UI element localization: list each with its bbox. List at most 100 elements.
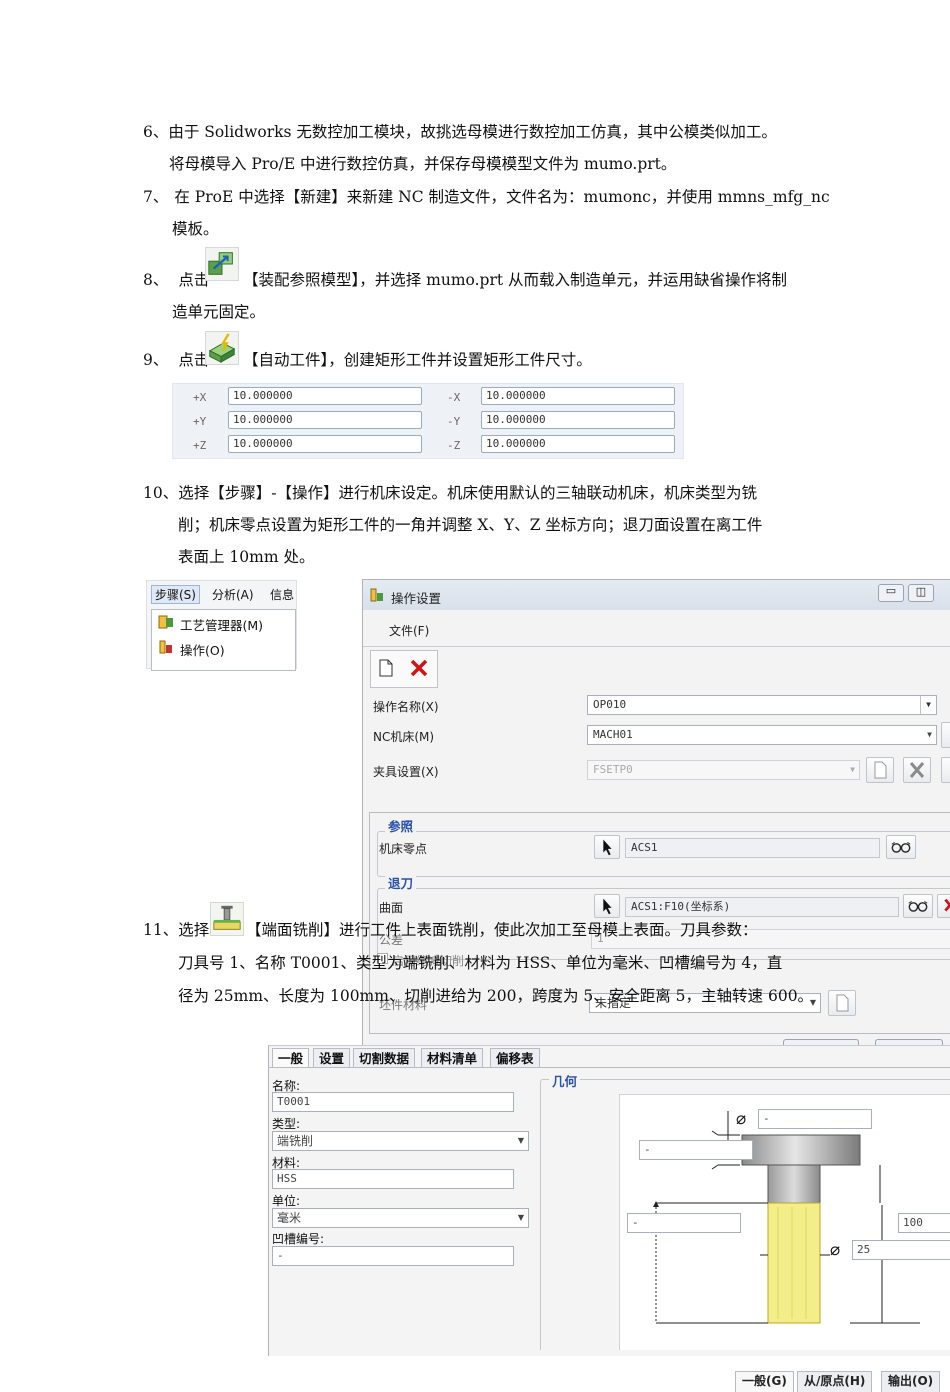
fixture-new-button[interactable]	[866, 757, 894, 783]
tool-tab-offset[interactable]: 偏移表	[490, 1048, 540, 1068]
geometry-length-field[interactable]: 100	[898, 1213, 950, 1233]
paragraph-9: 9、 点击	[143, 344, 209, 376]
steps-menu-screenshot: 步骤(S) 分析(A) 信息 工艺管理器(M) 操作(O)	[146, 580, 297, 671]
plus-z-label: +Z	[193, 439, 207, 452]
tool-unit-select[interactable]: 毫米 ▼	[272, 1208, 529, 1228]
stock-material-new-button[interactable]	[828, 990, 856, 1016]
chevron-down-icon: ▼	[517, 1136, 524, 1145]
tool-tab-cut-data[interactable]: 切割数据	[353, 1048, 416, 1068]
geometry-diameter-field[interactable]: 25	[852, 1240, 950, 1260]
new-document-icon[interactable]	[378, 659, 394, 677]
paragraph-10: 10、选择【步骤】-【操作】进行机床设定。机床使用默认的三轴联动机床，机床类型为…	[143, 477, 757, 509]
glasses-icon[interactable]	[903, 894, 933, 918]
tool-material-field[interactable]: HSS	[272, 1169, 514, 1189]
paragraph-8-line2: 造单元固定。	[172, 303, 266, 321]
step-number: 8、	[143, 271, 169, 289]
nc-machine-label: NC机床(M)	[373, 730, 435, 744]
face-milling-icon	[210, 902, 244, 936]
step-number: 9、	[143, 351, 169, 369]
plus-x-label: +X	[193, 391, 207, 404]
nc-machine-value: MACH01	[593, 728, 633, 741]
plus-x-input[interactable]: 10.000000	[228, 387, 422, 405]
fixture-delete-button[interactable]	[903, 757, 931, 783]
paragraph-8: 8、 点击	[143, 264, 209, 296]
machine-edit-button[interactable]	[941, 722, 950, 748]
geometry-top-diameter[interactable]: -	[758, 1109, 872, 1129]
paragraph-9-text: 【自动工件】，创建矩形工件并设置矩形工件尺寸。	[243, 351, 592, 369]
tab-divider	[268, 1067, 950, 1068]
paragraph-text: 由于 Solidworks 无数控加工模块，故挑选母模进行数控加工仿真，其中公模…	[168, 123, 777, 141]
menu-info[interactable]: 信息	[270, 586, 294, 603]
geometry-flange-height[interactable]: -	[639, 1140, 753, 1160]
nc-machine-select[interactable]: MACH01 ▼	[587, 725, 937, 745]
retract-group-title: 退刀	[385, 873, 417, 892]
operation-icon	[158, 640, 174, 654]
menu-analysis[interactable]: 分析(A)	[212, 586, 254, 603]
paragraph-6-line2: 将母模导入 Pro/E 中进行数控仿真，并保存母模模型文件为 mumo.prt。	[169, 155, 677, 173]
minus-x-label: -X	[447, 391, 461, 404]
step-number: 7、	[143, 188, 169, 206]
tool-unit-label: 单位:	[272, 1194, 301, 1208]
tab-general[interactable]: 一般(G)	[735, 1371, 794, 1392]
machine-zero-field[interactable]: ACS1	[625, 838, 880, 858]
menu-item-process-manager[interactable]: 工艺管理器(M)	[180, 615, 263, 634]
tab-output[interactable]: 输出(O)	[881, 1371, 941, 1392]
diameter-symbol-icon: ⌀	[736, 1109, 747, 1129]
fixture-select[interactable]: FSETP0 ▼	[587, 760, 860, 780]
tool-unit-value: 毫米	[277, 1211, 302, 1225]
paragraph-11-line2: 刀具号 1、名称 T0001、类型为端铣削、材料为 HSS、单位为毫米、凹槽编号…	[178, 954, 783, 972]
minus-z-input[interactable]: 10.000000	[481, 435, 675, 453]
tool-groove-field[interactable]: -	[272, 1246, 514, 1266]
minus-z-label: -Z	[447, 439, 461, 452]
geometry-group-title: 几何	[549, 1071, 581, 1090]
fixture-label: 夹具设置(X)	[373, 765, 439, 779]
minus-x-input[interactable]: 10.000000	[481, 387, 675, 405]
minus-y-input[interactable]: 10.000000	[481, 411, 675, 429]
machine-zero-select-button[interactable]	[594, 835, 620, 859]
maximize-button[interactable]: ◫	[908, 584, 934, 602]
file-menu[interactable]: 文件(F)	[389, 622, 429, 639]
paragraph-11: 11、选择	[143, 914, 209, 946]
diameter-symbol-icon: ⌀	[830, 1240, 841, 1260]
menu-steps[interactable]: 步骤(S)	[151, 585, 200, 604]
paragraph-text: 选择【步骤】-【操作】进行机床设定。机床使用默认的三轴联动机床，机床类型为铣	[178, 484, 757, 502]
tool-tab-bom[interactable]: 材料清单	[421, 1048, 484, 1068]
op-name-value: OP010	[593, 698, 627, 711]
minimize-button[interactable]: ▭	[878, 584, 904, 602]
fixture-value: FSETP0	[593, 763, 633, 776]
fixture-extra-button[interactable]	[941, 757, 950, 783]
plus-z-input[interactable]: 10.000000	[228, 435, 422, 453]
tool-tab-general[interactable]: 一般	[272, 1048, 310, 1068]
reference-group-title: 参照	[385, 816, 417, 835]
tool-name-field[interactable]: T0001	[272, 1092, 514, 1112]
steps-dropdown: 工艺管理器(M) 操作(O)	[151, 609, 296, 671]
dialog-app-icon	[369, 587, 385, 603]
tool-type-select[interactable]: 端铣削 ▼	[272, 1131, 529, 1151]
op-name-label: 操作名称(X)	[373, 700, 439, 714]
dialog-titlebar: 操作设置 ▭ ◫	[363, 580, 950, 610]
surface-clear-button[interactable]	[937, 894, 950, 918]
chevron-down-icon: ▼	[517, 1213, 524, 1222]
divider	[363, 646, 950, 647]
glasses-icon[interactable]	[886, 835, 916, 859]
op-name-field[interactable]: OP010 ▼	[587, 695, 937, 715]
tab-from-home[interactable]: 从/原点(H)	[797, 1371, 873, 1392]
paragraph-10-line3: 表面上 10mm 处。	[178, 548, 315, 566]
plus-y-label: +Y	[193, 415, 207, 428]
minus-y-label: -Y	[447, 415, 461, 428]
paragraph-7-line2: 模板。	[172, 220, 219, 238]
menu-item-operation[interactable]: 操作(O)	[180, 640, 225, 659]
auto-workpiece-icon	[205, 331, 239, 365]
plus-y-input[interactable]: 10.000000	[228, 411, 422, 429]
tool-tab-settings[interactable]: 设置	[313, 1048, 351, 1068]
tool-type-label: 类型:	[272, 1117, 301, 1131]
geometry-shank-length[interactable]: -	[627, 1213, 741, 1233]
assemble-reference-model-icon	[205, 247, 239, 281]
chevron-down-icon[interactable]: ▼	[920, 696, 936, 714]
dialog-title: 操作设置	[391, 591, 442, 606]
step-number: 11、	[143, 921, 179, 939]
delete-icon[interactable]	[409, 658, 429, 678]
paragraph-10-line2: 削；机床零点设置为矩形工件的一角并调整 X、Y、Z 坐标方向；退刀面设置在离工件	[178, 516, 763, 534]
paragraph-11-line3: 径为 25mm、长度为 100mm、切削进给为 200，跨度为 5、安全距离 5…	[178, 987, 814, 1005]
process-manager-icon	[158, 615, 174, 629]
